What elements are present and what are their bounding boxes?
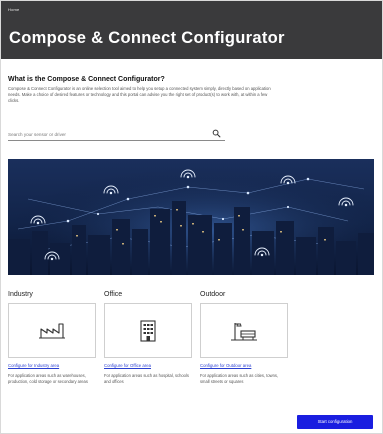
category-label-industry: Industry	[8, 291, 33, 298]
search-input[interactable]	[8, 128, 208, 140]
configure-outdoor-link[interactable]: Configure for Outdoor area	[200, 363, 251, 368]
search-bar	[8, 127, 225, 141]
category-card-industry[interactable]	[8, 303, 96, 358]
category-label-office: Office	[104, 291, 123, 298]
smart-city-illustration	[8, 159, 374, 275]
page-title: Compose & Connect Configurator	[9, 29, 285, 47]
start-configuration-button[interactable]: Start configuration	[297, 415, 373, 429]
page-header: Home Compose & Connect Configurator	[1, 1, 382, 59]
configure-industry-link[interactable]: Configure for Industry area	[8, 363, 59, 368]
street-lamp-icon	[231, 322, 257, 341]
category-card-outdoor[interactable]	[200, 303, 288, 358]
hero-image	[8, 159, 374, 275]
category-description-industry: For application areas such as warehouses…	[8, 373, 88, 384]
office-building-icon	[140, 319, 156, 342]
intro-text: Compose & Connect Configurator is an onl…	[8, 86, 271, 104]
intro-heading: What is the Compose & Connect Configurat…	[8, 76, 165, 83]
category-description-outdoor: For application areas such as cities, to…	[200, 373, 279, 384]
breadcrumb-home[interactable]: Home	[8, 7, 19, 12]
configure-office-link[interactable]: Configure for Office area	[104, 363, 151, 368]
factory-icon	[39, 322, 65, 339]
search-icon[interactable]	[212, 129, 221, 138]
category-label-outdoor: Outdoor	[200, 291, 226, 298]
category-card-office[interactable]	[104, 303, 192, 358]
category-description-office: For application areas such as hospital, …	[104, 373, 189, 384]
